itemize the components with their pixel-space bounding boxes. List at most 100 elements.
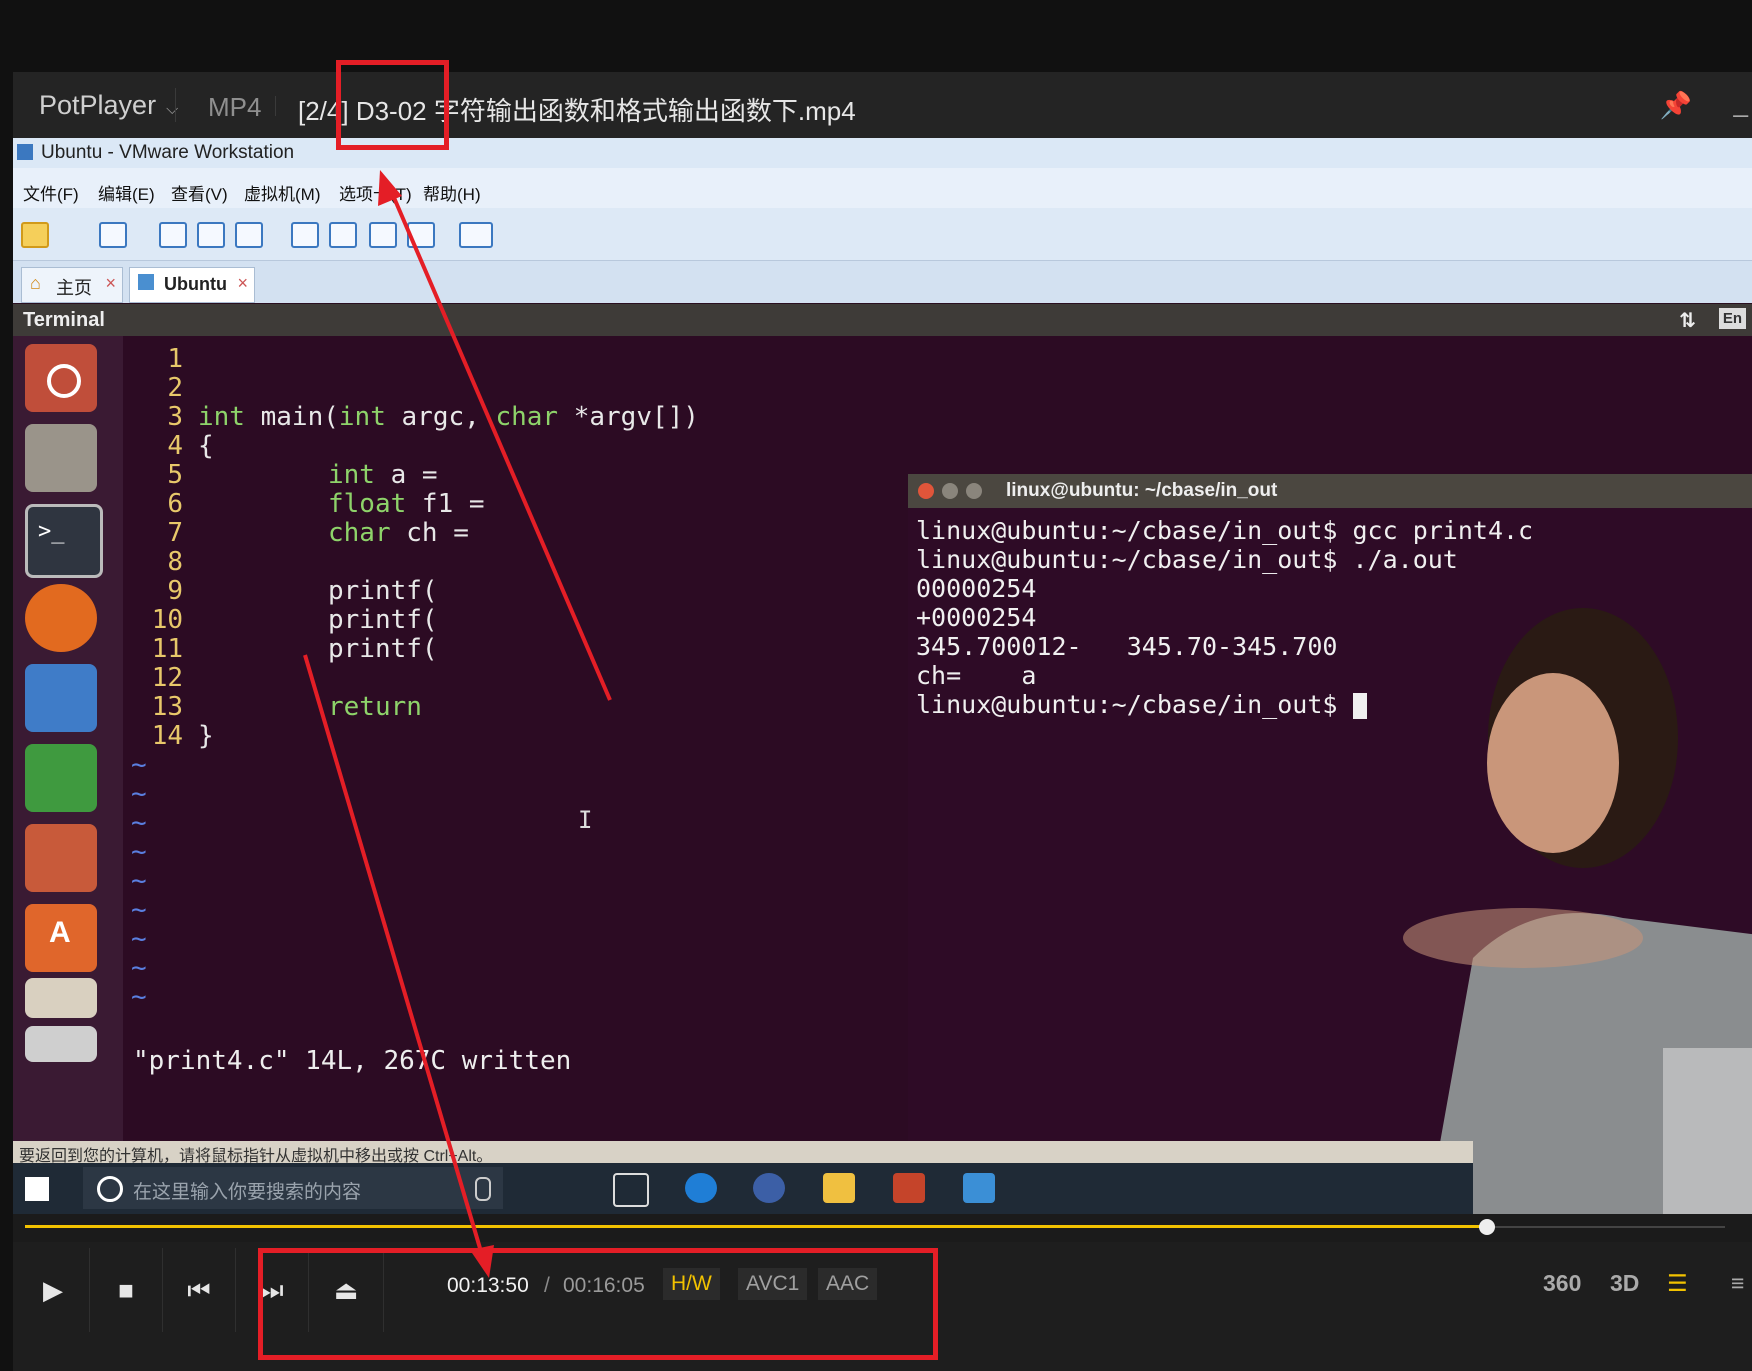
terminal-prompt: linux@ubuntu:~/cbase/in_out$	[916, 690, 1353, 719]
cortana-icon	[97, 1176, 123, 1202]
snapshot-icon[interactable]	[159, 222, 187, 248]
pause-icon[interactable]	[21, 222, 49, 248]
writer-icon[interactable]	[25, 664, 97, 732]
language-indicator[interactable]: En	[1718, 308, 1746, 329]
stretch-icon[interactable]	[459, 222, 493, 248]
snapshot-manager-icon[interactable]	[235, 222, 263, 248]
vmware-icon	[17, 144, 33, 160]
seek-handle[interactable]	[1479, 1219, 1495, 1235]
video-frame[interactable]: Ubuntu - VMware Workstation 文件(F) 编辑(E) …	[13, 138, 1752, 1214]
calc-icon[interactable]	[25, 744, 97, 812]
empty-line-marker: ~	[131, 895, 147, 925]
sidebar-view-icon[interactable]	[291, 222, 319, 248]
close-icon[interactable]: ×	[105, 273, 116, 294]
previous-button[interactable]: ⏮	[163, 1248, 236, 1332]
code-line: printf(	[328, 605, 438, 635]
vim-status-line: "print4.c" 14L, 267C written	[133, 1046, 572, 1076]
line-number: 13	[151, 692, 183, 722]
menu-view[interactable]: 查看(V)	[171, 180, 228, 205]
code-line: }	[198, 721, 214, 751]
revert-icon[interactable]	[197, 222, 225, 248]
menu-help[interactable]: 帮助(H)	[423, 180, 481, 205]
software-center-icon[interactable]: A	[25, 904, 97, 972]
menu-edit[interactable]: 编辑(E)	[98, 180, 155, 205]
360-video-icon[interactable]: 360	[1543, 1270, 1581, 1297]
play-button[interactable]: ▶	[17, 1248, 90, 1332]
amazon-icon[interactable]	[25, 978, 97, 1018]
file-explorer-icon[interactable]	[823, 1173, 855, 1203]
code-line: return	[328, 692, 422, 722]
console-view-icon[interactable]	[329, 222, 357, 248]
annotation-box-filename	[336, 60, 449, 150]
terminal-line: linux@ubuntu:~/cbase/in_out$ gcc print4.…	[916, 516, 1534, 545]
ubuntu-topbar: Terminal ⇅ En	[13, 304, 1752, 336]
close-icon[interactable]: ×	[237, 273, 248, 294]
unity-icon[interactable]	[407, 222, 435, 248]
vmware-tabbar: ⌂ 主页 × Ubuntu ×	[13, 261, 1752, 303]
minimize-button[interactable]: _	[1734, 88, 1748, 119]
chevron-down-icon: ⌵	[166, 101, 179, 118]
empty-line-marker: ~	[131, 750, 147, 780]
terminal-label: Terminal	[23, 309, 105, 331]
tab-home-label: 主页	[56, 278, 92, 298]
vmware-taskbar-icon[interactable]	[963, 1173, 995, 1203]
maximize-icon[interactable]	[966, 483, 982, 499]
code-line: int a =	[328, 460, 438, 490]
title-divider	[275, 96, 276, 116]
gnome-terminal-title: linux@ubuntu: ~/cbase/in_out	[1006, 480, 1278, 501]
tab-ubuntu-label: Ubuntu	[164, 274, 227, 294]
potplayer-window: PotPlayer ⌵ MP4 [2/4] D3-02 字符输出函数和格式输出函数…	[13, 72, 1752, 1371]
fullscreen-icon[interactable]	[369, 222, 397, 248]
code-line: float f1 =	[328, 489, 485, 519]
windows-start-icon[interactable]	[25, 1177, 49, 1201]
network-icon[interactable]	[99, 222, 127, 248]
microphone-icon[interactable]	[475, 1177, 491, 1201]
line-number: 2	[167, 373, 183, 403]
firefox-icon[interactable]	[25, 584, 97, 652]
task-view-icon[interactable]	[613, 1173, 649, 1207]
empty-line-marker: ~	[131, 837, 147, 867]
line-number: 12	[151, 663, 183, 693]
files-icon[interactable]	[25, 424, 97, 492]
taskbar-search-placeholder: 在这里输入你要搜索的内容	[133, 1182, 362, 1203]
ubuntu-dash-icon[interactable]	[25, 344, 97, 412]
code-line: printf(	[328, 576, 438, 606]
annotation-box-controls	[258, 1248, 938, 1360]
minimize-icon[interactable]	[942, 483, 958, 499]
impress-icon[interactable]	[25, 824, 97, 892]
browser-icon[interactable]	[753, 1173, 785, 1203]
menu-tabs[interactable]: 选项卡(T)	[339, 180, 412, 205]
empty-line-marker: ~	[131, 779, 147, 809]
menu-vm[interactable]: 虚拟机(M)	[244, 180, 320, 205]
playlist-icon[interactable]: ≡	[1731, 1270, 1744, 1297]
home-icon: ⌂	[30, 273, 41, 293]
dvd-icon[interactable]	[25, 1026, 97, 1062]
line-number: 4	[167, 431, 183, 461]
terminal-icon[interactable]: >_	[25, 504, 103, 578]
edge-icon[interactable]	[685, 1173, 717, 1203]
seek-bar[interactable]	[13, 1214, 1752, 1242]
windows-taskbar: 在这里输入你要搜索的内容	[13, 1163, 1473, 1214]
brand-label: PotPlayer	[39, 90, 157, 120]
taskbar-search[interactable]: 在这里输入你要搜索的内容	[83, 1167, 503, 1209]
title-divider	[175, 88, 176, 122]
line-number: 8	[167, 547, 183, 577]
close-icon[interactable]	[918, 483, 934, 499]
powerpoint-icon[interactable]	[893, 1173, 925, 1203]
tab-home[interactable]: ⌂ 主页 ×	[21, 267, 123, 303]
search-list-icon[interactable]: ☰	[1667, 1270, 1688, 1297]
3d-mode-icon[interactable]: 3D	[1610, 1270, 1639, 1297]
empty-line-marker: ~	[131, 808, 147, 838]
vm-icon	[138, 274, 154, 290]
stop-button[interactable]: ■	[90, 1248, 163, 1332]
format-label: MP4	[208, 92, 262, 122]
terminal-line: linux@ubuntu:~/cbase/in_out$ ./a.out	[916, 545, 1458, 574]
network-arrows-icon: ⇅	[1679, 310, 1696, 332]
pin-icon[interactable]: 📌	[1660, 90, 1692, 121]
code-line: {	[198, 431, 214, 461]
potplayer-menu-button[interactable]: PotPlayer ⌵	[39, 90, 178, 121]
empty-line-marker: ~	[131, 924, 147, 954]
tab-ubuntu[interactable]: Ubuntu ×	[129, 267, 255, 303]
menu-file[interactable]: 文件(F)	[23, 180, 79, 205]
line-number: 3	[167, 402, 183, 432]
